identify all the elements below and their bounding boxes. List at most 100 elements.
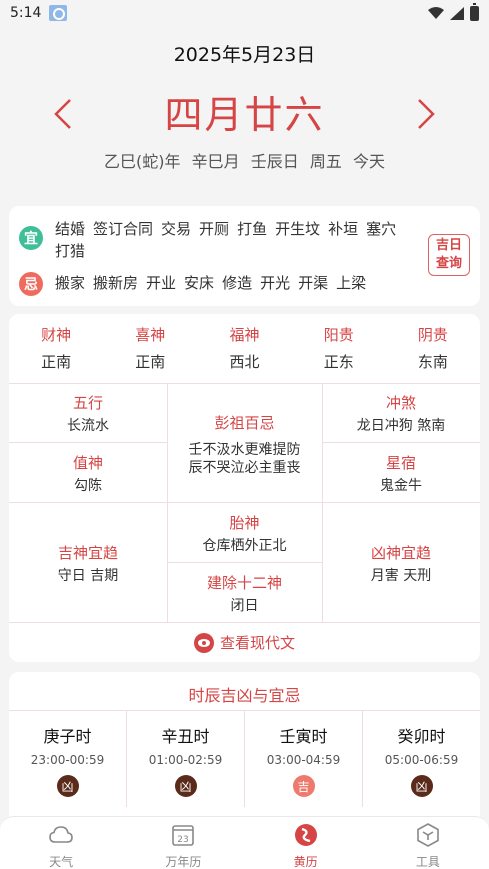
xiongshen-value: 月害 天刑 [370, 568, 432, 584]
bottom-nav: 天气 23 万年历 黄历 工具 [0, 816, 489, 869]
jishen-label: 吉神宜趋 [57, 544, 118, 562]
god-item: 阳贵 正东 [292, 324, 386, 372]
shichen-item[interactable]: 庚子时 23:00-00:59 凶 [9, 711, 127, 807]
wuxing-value: 长流水 [67, 418, 109, 434]
ganzhi-day: 壬辰日 [250, 152, 299, 171]
ji-item: 安床 [184, 274, 215, 292]
auspicious-day-query-button[interactable]: 吉日 查询 [428, 234, 470, 276]
xiongshen-cell: 凶神宜趋 月害 天刑 [322, 542, 480, 585]
shichen-name: 辛丑时 [161, 727, 210, 746]
wuxing-label: 五行 [72, 394, 103, 412]
next-day-button[interactable] [413, 96, 439, 132]
nav-calendar[interactable]: 23 万年历 [122, 817, 244, 869]
shichen-name: 庚子时 [43, 727, 92, 746]
god-direction: 正南 [41, 353, 72, 371]
nav-tools-label: 工具 [415, 855, 440, 869]
taishen-value: 仓库栖外正北 [202, 538, 287, 554]
yi-item: 开厕 [199, 220, 230, 238]
jiri-label-2: 查询 [435, 256, 462, 271]
ganzhi-line: 乙巳(蛇)年 辛巳月 壬辰日 周五 今天 [0, 148, 489, 172]
tools-icon [417, 823, 439, 847]
nav-almanac-label: 黄历 [293, 855, 318, 869]
almanac-details-card: 财神正南 喜神 正南 福神西北 阳贵 正东 阴贵东南 五行 长流水 彭祖百忌 壬不汲… [9, 314, 480, 662]
shichen-time: 23:00-00:59 [30, 753, 105, 767]
yi-item: 开生坟 [275, 220, 321, 238]
god-item: 财神 正南 [9, 324, 103, 372]
god-item: 喜神 正南 [103, 324, 197, 372]
god-item: 福神 西北 [197, 324, 291, 372]
taishen-label: 胎神 [229, 514, 260, 532]
yi-item: 塞穴 [366, 220, 397, 238]
view-modern-text-label: 查看现代文 [219, 634, 295, 652]
pengzu-cell: 彭祖百忌 壬不汲水更难提防 辰不哭泣必主重丧 [167, 412, 322, 477]
shichen-list: 庚子时 23:00-00:59 凶 辛丑时 01:00-02:59 凶 壬寅时 … [9, 710, 480, 807]
app-notification-icon [49, 5, 68, 21]
divider [322, 442, 480, 443]
shichen-time: 05:00-06:59 [384, 753, 459, 767]
nav-weather[interactable]: 天气 [0, 817, 122, 869]
ji-items: 搬家 搬新房 开业 安床 修造 开光 开渠 上梁 [55, 272, 415, 296]
ganzhi-month: 辛巳月 [191, 152, 240, 171]
wuxing-cell: 五行 长流水 [9, 392, 167, 435]
ganzhi-year: 乙巳(蛇)年 [104, 152, 181, 171]
xingxiu-value: 鬼金牛 [380, 478, 422, 494]
solar-date[interactable]: 2025年5月23日 [0, 40, 489, 67]
ji-item: 开渠 [298, 274, 329, 292]
nav-almanac[interactable]: 黄历 [245, 817, 367, 869]
yi-item: 交易 [161, 220, 192, 238]
divider [9, 383, 480, 384]
shichen-verdict-badge: 吉 [292, 775, 315, 797]
nav-tools[interactable]: 工具 [367, 817, 489, 869]
ji-item: 搬新房 [93, 274, 139, 292]
nav-calendar-label: 万年历 [165, 855, 202, 869]
wifi-icon [428, 7, 444, 19]
shichen-verdict-badge: 凶 [410, 775, 433, 797]
yi-item: 签订合同 [93, 220, 154, 238]
view-modern-text-button[interactable]: 查看现代文 [9, 632, 480, 653]
shichen-item[interactable]: 癸卯时 05:00-06:59 凶 [363, 711, 480, 807]
almanac-icon [294, 824, 317, 846]
pengzu-value-1: 壬不汲水更难提防 [188, 442, 301, 458]
status-bar: 5:14 [0, 0, 489, 26]
zhishen-cell: 值神 勾陈 [9, 452, 167, 495]
god-direction: 西北 [229, 353, 260, 371]
weekday: 周五 [309, 152, 342, 171]
signal-icon [450, 6, 464, 20]
yi-item: 结婚 [55, 220, 86, 238]
previous-day-button[interactable] [50, 96, 76, 132]
cloud-icon [49, 826, 73, 843]
chongsha-cell: 冲煞 龙日冲狗 煞南 [322, 392, 480, 435]
yi-item: 补垣 [328, 220, 359, 238]
jianchu-value: 闭日 [230, 598, 259, 614]
god-name: 财神 [41, 326, 72, 344]
nav-weather-label: 天气 [49, 855, 74, 869]
pengzu-value-2: 辰不哭泣必主重丧 [188, 460, 301, 476]
ji-item: 修造 [222, 274, 253, 292]
jianchu-cell: 建除十二神 闭日 [167, 572, 322, 615]
lunar-date-row: 四月廿六 [0, 84, 489, 144]
ji-item: 开光 [260, 274, 291, 292]
god-name: 阴贵 [417, 326, 448, 344]
god-item: 阴贵 东南 [386, 324, 480, 372]
ji-item: 上梁 [336, 274, 367, 292]
divider [167, 562, 322, 563]
shichen-item[interactable]: 壬寅时 03:00-04:59 吉 [245, 711, 363, 807]
shichen-name: 壬寅时 [279, 727, 328, 746]
yi-item: 打鱼 [237, 220, 268, 238]
shichen-verdict-badge: 凶 [174, 775, 197, 797]
god-name: 福神 [229, 326, 260, 344]
yi-items: 结婚 签订合同 交易 开厕 打鱼 开生坟 补垣 塞穴打猎 [55, 218, 415, 262]
god-direction: 东南 [417, 353, 448, 371]
today-label: 今天 [352, 152, 385, 171]
shichen-item[interactable]: 辛丑时 01:00-02:59 凶 [127, 711, 245, 807]
yiji-card[interactable]: 宜 结婚 签订合同 交易 开厕 打鱼 开生坟 补垣 塞穴打猎 忌 搬家 搬新房 开业 安床 修造 开光开… [9, 206, 480, 306]
chongsha-label: 冲煞 [385, 394, 416, 412]
jishen-value: 守日 吉期 [57, 568, 119, 584]
jianchu-label: 建除十二神 [206, 574, 282, 592]
ji-row: 忌 搬家 搬新房 开业 安床 修造 开光 开渠 上梁 [19, 272, 415, 296]
xingxiu-label: 星宿 [385, 454, 416, 472]
yi-badge: 宜 [19, 226, 43, 250]
svg-text:23: 23 [178, 835, 189, 845]
divider [9, 502, 480, 503]
chevron-left-icon [54, 99, 71, 129]
